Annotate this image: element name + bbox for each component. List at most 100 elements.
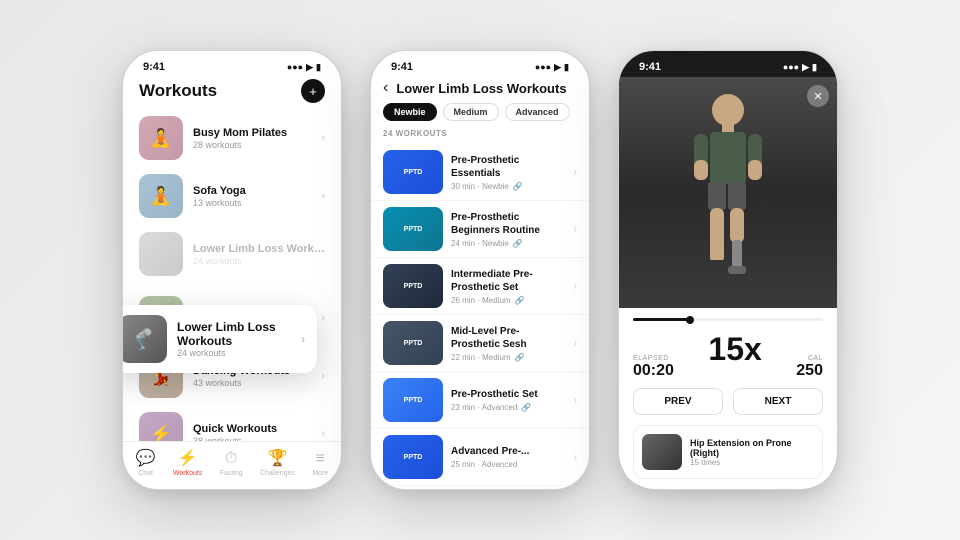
chevron-right-icon: › — [321, 428, 325, 440]
signal-icon: ●●● — [535, 62, 551, 72]
chevron-right-icon: › — [321, 370, 325, 382]
status-bar-1: 9:41 ●●● ▶ ▮ — [123, 51, 341, 77]
workout-info: Quick Workouts 38 workouts — [193, 423, 311, 442]
fasting-icon: ⏱ — [225, 450, 237, 468]
chevron-right-icon: › — [574, 338, 577, 349]
detail-info: Pre-Prosthetic Beginners Routine 24 min … — [451, 211, 566, 248]
add-workout-button[interactable]: + — [301, 79, 325, 103]
workout-count: 28 workouts — [193, 140, 311, 150]
next-exercise-name: Hip Extension on Prone (Right) — [690, 438, 814, 458]
workout-count: 13 workouts — [193, 198, 311, 208]
nav-label-challenges: Challenges — [260, 470, 295, 477]
nav-more[interactable]: ≡ More — [312, 450, 328, 477]
chevron-right-icon: › — [574, 224, 577, 235]
detail-item[interactable]: PPTD Advanced Pre-... 25 min · Advanced … — [371, 429, 589, 486]
nav-chat[interactable]: 💬 Chat — [136, 448, 156, 477]
next-button[interactable]: NEXT — [733, 388, 823, 415]
list-item[interactable]: 🧘 Busy Mom Pilates 28 workouts › — [123, 109, 341, 167]
chevron-right-icon: › — [321, 190, 325, 202]
thumb-bg: PPTD — [383, 378, 443, 422]
detail-item[interactable]: PPTD Intermediate Pre-Prosthetic Set 26 … — [371, 258, 589, 315]
progress-fill — [633, 318, 690, 321]
detail-name: Mid-Level Pre-Prosthetic Sesh — [451, 325, 566, 351]
detail-info: Mid-Level Pre-Prosthetic Sesh 22 min · M… — [451, 325, 566, 362]
nav-label-chat: Chat — [138, 470, 153, 477]
workout-name: Sofa Yoga — [193, 185, 311, 197]
next-exercise-reps: 15 times — [690, 458, 814, 467]
detail-info: Advanced Pre-... 25 min · Advanced — [451, 445, 566, 469]
progress-bar — [633, 318, 823, 321]
chevron-right-icon: › — [321, 132, 325, 144]
status-icons-3: ●●● ▶ ▮ — [783, 62, 817, 73]
nav-label-workouts: Workouts — [173, 470, 202, 477]
status-bar-3: 9:41 ●●● ▶ ▮ — [619, 51, 837, 77]
calories-section: CAL 250 — [796, 355, 823, 380]
workout-detail-list: PPTD Pre-Prosthetic Essentials 30 min · … — [371, 144, 589, 489]
nav-challenges[interactable]: 🏆 Challenges — [260, 448, 295, 477]
detail-item[interactable]: PPTD Pre-Prosthetic Essentials 30 min · … — [371, 144, 589, 201]
filter-medium[interactable]: Medium — [443, 103, 499, 121]
elapsed-section: ELAPSED 00:20 — [633, 355, 674, 380]
signal-icon: ●●● — [287, 62, 303, 72]
wifi-icon: ▶ — [802, 62, 809, 73]
filter-advanced[interactable]: Advanced — [505, 103, 570, 121]
detail-thumb: PPTD — [383, 378, 443, 422]
next-exercise-card: Hip Extension on Prone (Right) 15 times — [633, 425, 823, 479]
workout-info: Busy Mom Pilates 28 workouts — [193, 127, 311, 150]
detail-item[interactable]: PPTD Pre-Prosthetic Set 23 min · Advance… — [371, 372, 589, 429]
bottom-nav: 💬 Chat ⚡ Workouts ⏱ Fasting 🏆 Challenges… — [123, 441, 341, 489]
detail-name: Advanced Pre-... — [451, 445, 566, 458]
phone-workouts-list: 9:41 ●●● ▶ ▮ Workouts + 🧘 Busy Mom Pilat… — [122, 50, 342, 490]
challenges-icon: 🏆 — [268, 448, 288, 468]
progress-dot — [686, 316, 694, 324]
highlight-name: Lower Limb Loss Workouts — [177, 320, 291, 348]
detail-name: Pre-Prosthetic Essentials — [451, 154, 566, 180]
link-icon: 🔗 — [515, 296, 525, 305]
link-icon: 🔗 — [521, 403, 531, 412]
detail-thumb: PPTD — [383, 435, 443, 479]
signal-icon: ●●● — [783, 62, 799, 72]
next-exercise-info: Hip Extension on Prone (Right) 15 times — [690, 438, 814, 467]
nav-fasting[interactable]: ⏱ Fasting — [220, 450, 243, 477]
chevron-right-icon: › — [574, 395, 577, 406]
cal-label: CAL — [808, 355, 823, 362]
list-item[interactable]: ⚡ Quick Workouts 38 workouts › — [123, 405, 341, 441]
elapsed-value: 00:20 — [633, 362, 674, 380]
detail-item[interactable]: PPTD Mid-Level Pre-Prosthetic Sesh 22 mi… — [371, 315, 589, 372]
workout-name: Lower Limb Loss Workouts — [193, 243, 325, 255]
workouts-header: Workouts + — [123, 77, 341, 109]
back-button[interactable]: ‹ — [383, 79, 388, 97]
cal-value: 250 — [796, 362, 823, 380]
next-exercise-thumb — [642, 434, 682, 470]
status-time-1: 9:41 — [143, 61, 165, 73]
status-time-3: 9:41 — [639, 61, 661, 73]
prev-button[interactable]: PREV — [633, 388, 723, 415]
chevron-right-icon: › — [321, 312, 325, 324]
thumb-bg: PPTD — [383, 435, 443, 479]
wifi-icon: ▶ — [306, 62, 313, 73]
workout-count: 43 workouts — [193, 378, 311, 388]
link-icon: 🔗 — [513, 182, 523, 191]
person-figure — [678, 88, 778, 308]
close-button[interactable]: ✕ — [807, 85, 829, 107]
thumb-bg: PPTD — [383, 264, 443, 308]
wifi-icon: ▶ — [554, 62, 561, 73]
elapsed-label: ELAPSED — [633, 355, 669, 362]
control-buttons: PREV NEXT — [633, 388, 823, 415]
thumb-bg: PPTD — [383, 150, 443, 194]
workout-info: Sofa Yoga 13 workouts — [193, 185, 311, 208]
list-item-lower-limb[interactable]: Lower Limb Loss Workouts 24 workouts — [123, 225, 341, 283]
filter-newbie[interactable]: Newbie — [383, 103, 437, 121]
detail-name: Pre-Prosthetic Set — [451, 388, 566, 401]
scene: 9:41 ●●● ▶ ▮ Workouts + 🧘 Busy Mom Pilat… — [0, 0, 960, 540]
detail-info: Pre-Prosthetic Set 23 min · Advanced 🔗 — [451, 388, 566, 412]
workout-thumb: 🧘 — [139, 174, 183, 218]
workout-thumb: 🧘 — [139, 116, 183, 160]
highlight-info: Lower Limb Loss Workouts 24 workouts — [177, 320, 291, 358]
detail-meta: 23 min · Advanced 🔗 — [451, 403, 566, 412]
reps-section: 15x — [708, 331, 761, 368]
list-item[interactable]: 🧘 Sofa Yoga 13 workouts › — [123, 167, 341, 225]
nav-workouts[interactable]: ⚡ Workouts — [173, 448, 202, 477]
workout-thumb — [139, 232, 183, 276]
detail-item[interactable]: PPTD Pre-Prosthetic Beginners Routine 24… — [371, 201, 589, 258]
